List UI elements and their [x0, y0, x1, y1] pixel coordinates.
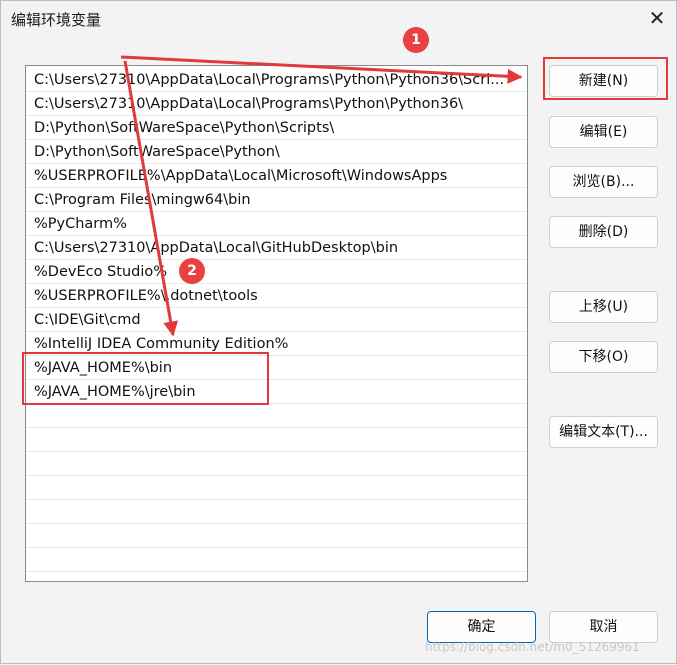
annotation-badge-1: 1: [403, 27, 429, 53]
new-button[interactable]: 新建(N): [549, 65, 658, 97]
list-item-empty[interactable]: [26, 500, 527, 524]
list-item[interactable]: C:\Users\27310\AppData\Local\GitHubDeskt…: [26, 236, 527, 260]
move-up-button[interactable]: 上移(U): [549, 291, 658, 323]
list-item[interactable]: %USERPROFILE%\AppData\Local\Microsoft\Wi…: [26, 164, 527, 188]
list-item[interactable]: %JAVA_HOME%\bin: [26, 356, 527, 380]
edit-button[interactable]: 编辑(E): [549, 116, 658, 148]
list-item-empty[interactable]: [26, 548, 527, 572]
list-item-empty[interactable]: [26, 476, 527, 500]
list-item[interactable]: %IntelliJ IDEA Community Edition%: [26, 332, 527, 356]
delete-button[interactable]: 删除(D): [549, 216, 658, 248]
list-item-empty[interactable]: [26, 428, 527, 452]
list-item[interactable]: C:\Users\27310\AppData\Local\Programs\Py…: [26, 68, 527, 92]
move-down-button[interactable]: 下移(O): [549, 341, 658, 373]
close-icon[interactable]: ✕: [646, 7, 668, 29]
cancel-button[interactable]: 取消: [549, 611, 658, 643]
list-item[interactable]: D:\Python\SoftWareSpace\Python\: [26, 140, 527, 164]
list-item[interactable]: %JAVA_HOME%\jre\bin: [26, 380, 527, 404]
list-item[interactable]: %USERPROFILE%\.dotnet\tools: [26, 284, 527, 308]
annotation-badge-2: 2: [179, 258, 205, 284]
list-item[interactable]: C:\Users\27310\AppData\Local\Programs\Py…: [26, 92, 527, 116]
list-item-empty[interactable]: [26, 524, 527, 548]
list-item-empty[interactable]: [26, 452, 527, 476]
list-item[interactable]: C:\Program Files\mingw64\bin: [26, 188, 527, 212]
edit-env-variable-dialog: 编辑环境变量 ✕ C:\Users\27310\AppData\Local\Pr…: [0, 0, 677, 664]
list-item[interactable]: C:\IDE\Git\cmd: [26, 308, 527, 332]
list-item[interactable]: %DevEco Studio%: [26, 260, 527, 284]
list-item[interactable]: D:\Python\SoftWareSpace\Python\Scripts\: [26, 116, 527, 140]
browse-button[interactable]: 浏览(B)...: [549, 166, 658, 198]
watermark: https://blog.csdn.net/m0_51269961: [425, 640, 640, 654]
window-title: 编辑环境变量: [11, 11, 102, 29]
ok-button[interactable]: 确定: [427, 611, 536, 643]
path-list[interactable]: C:\Users\27310\AppData\Local\Programs\Py…: [25, 65, 528, 582]
list-item-empty[interactable]: [26, 404, 527, 428]
list-item[interactable]: %PyCharm%: [26, 212, 527, 236]
edit-text-button[interactable]: 编辑文本(T)...: [549, 416, 658, 448]
